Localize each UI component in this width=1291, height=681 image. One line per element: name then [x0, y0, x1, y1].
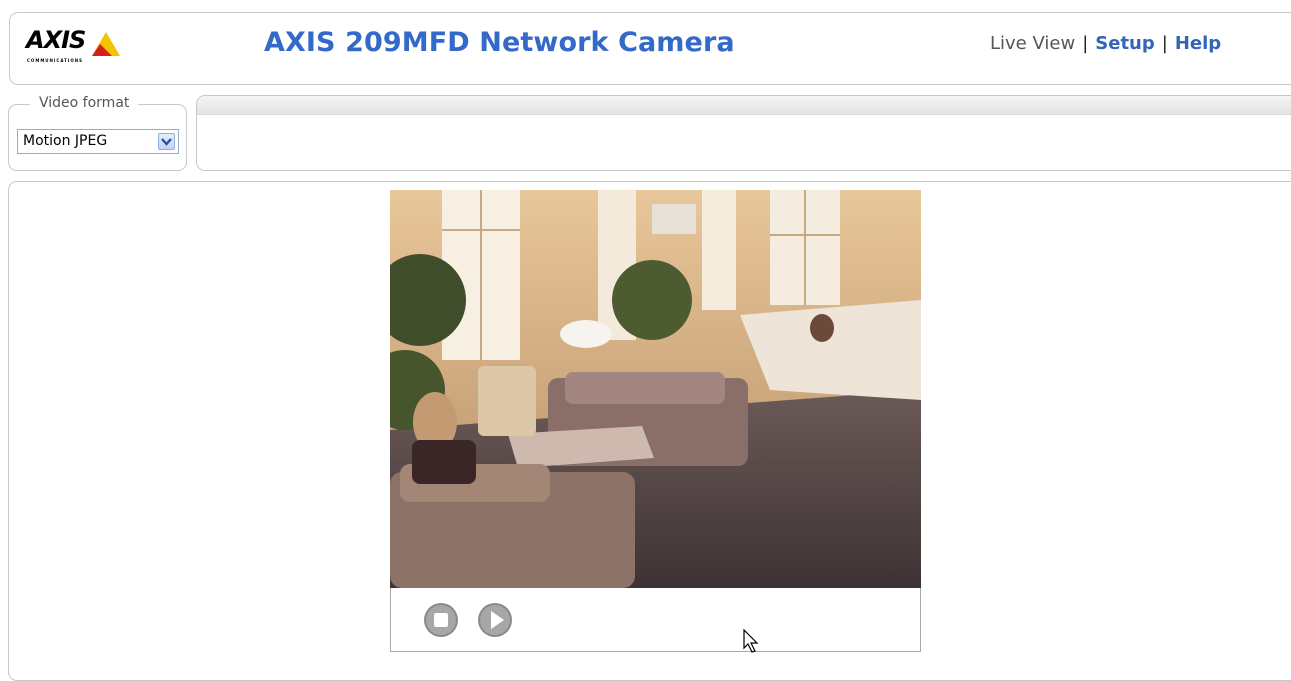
- toolbar-panel: [196, 95, 1291, 171]
- header-panel: AXIS COMMUNICATIONS AXIS 209MFD Network …: [9, 12, 1291, 85]
- video-format-group: Video format Motion JPEG: [8, 95, 187, 171]
- logo-triangle-icon: [92, 32, 120, 56]
- camera-scene: [390, 190, 921, 588]
- cursor-icon: [743, 629, 759, 653]
- video-format-select[interactable]: Motion JPEG: [17, 129, 179, 154]
- logo-wordmark: AXIS: [26, 26, 86, 54]
- toolbar-strip: [197, 96, 1291, 115]
- axis-logo: AXIS COMMUNICATIONS: [26, 26, 136, 66]
- logo-subtext: COMMUNICATIONS: [27, 58, 83, 63]
- nav-separator: |: [1082, 33, 1089, 54]
- chevron-down-icon: [161, 138, 172, 146]
- player-controls: [390, 588, 921, 652]
- video-format-legend: Video format: [30, 95, 139, 111]
- nav-live-view: Live View: [990, 33, 1076, 54]
- nav-separator: |: [1161, 33, 1168, 54]
- nav-help-link[interactable]: Help: [1175, 33, 1221, 54]
- page-title: AXIS 209MFD Network Camera: [264, 27, 735, 58]
- dropdown-button[interactable]: [158, 133, 175, 150]
- stop-icon[interactable]: [423, 602, 459, 638]
- nav-setup-link[interactable]: Setup: [1095, 33, 1154, 54]
- live-video-image: [390, 190, 921, 588]
- video-format-value: Motion JPEG: [23, 133, 108, 149]
- top-nav: Live View | Setup | Help: [990, 33, 1221, 54]
- play-icon[interactable]: [477, 602, 513, 638]
